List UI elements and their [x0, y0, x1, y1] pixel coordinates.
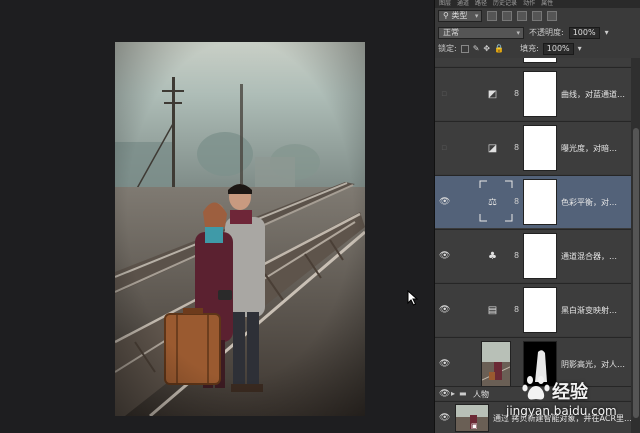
color-balance-icon: ⚖	[488, 197, 497, 208]
opacity-input[interactable]: 100%	[568, 26, 600, 39]
baidu-paw-logo	[522, 376, 550, 400]
layer-name[interactable]: 曲线，对蓝通道…	[561, 89, 625, 100]
layer-filter-row: ⚲ 类型	[435, 8, 640, 24]
tab-actions[interactable]: 动作	[523, 0, 535, 8]
lock-all-icon[interactable]: 🔒	[494, 44, 504, 53]
layer-mask-thumbnail[interactable]	[523, 287, 557, 333]
layer-name[interactable]: 通道混合器，…	[561, 251, 617, 262]
eye-icon[interactable]: 👁	[439, 413, 450, 423]
layer-name[interactable]: 黑白渐变映射…	[561, 305, 617, 316]
chevron-down-icon[interactable]: ▾	[578, 44, 582, 53]
mouse-cursor-icon	[407, 290, 419, 306]
eye-icon[interactable]: 👁	[439, 389, 450, 399]
lock-position-icon[interactable]: ✥	[483, 44, 490, 53]
watermark-url: jingyan.baidu.com	[506, 404, 617, 418]
folder-icon: ▬	[459, 389, 467, 398]
layer-name[interactable]: 色彩平衡，对…	[561, 197, 617, 208]
lock-row: 锁定: ✎ ✥ 🔒 填充: 100% ▾	[435, 41, 640, 56]
group-name[interactable]: 人物	[473, 389, 489, 400]
visibility-off-icon[interactable]: ▫	[439, 143, 449, 153]
visibility-off-icon[interactable]: ▫	[439, 89, 449, 99]
fill-input[interactable]: 100%	[542, 42, 574, 55]
tab-channels[interactable]: 通道	[457, 0, 469, 8]
channel-mixer-icon: ♣	[488, 251, 497, 262]
filter-adjustment-icon[interactable]	[502, 11, 513, 21]
curves-icon: ◩	[487, 89, 498, 100]
watermark: 经验 jingyan.baidu.com	[492, 352, 640, 433]
filter-type-icon[interactable]	[517, 11, 528, 21]
opacity-label: 不透明度:	[529, 28, 564, 37]
lock-transparency-icon[interactable]	[460, 44, 469, 53]
layer-row[interactable]: ▫ ◪ 8 曝光度，对暗…	[435, 121, 631, 174]
tab-paths[interactable]: 路径	[475, 0, 487, 8]
tab-layers[interactable]: 图层	[439, 0, 451, 8]
layer-mask-thumbnail[interactable]	[523, 233, 557, 279]
eye-icon[interactable]: 👁	[439, 305, 450, 315]
chevron-down-icon[interactable]: ▾	[605, 28, 609, 37]
layer-mask-thumbnail[interactable]	[523, 58, 557, 63]
chevron-right-icon[interactable]: ▸	[451, 389, 455, 398]
blend-mode-select[interactable]: 正常	[438, 26, 524, 39]
filter-shape-icon[interactable]	[532, 11, 543, 21]
watermark-brand: 经验	[552, 382, 588, 403]
link-icon[interactable]: 8	[514, 305, 519, 314]
fill-label: 填充:	[520, 44, 539, 53]
link-icon[interactable]: 8	[514, 197, 519, 206]
lock-pixels-icon[interactable]: ✎	[473, 44, 480, 53]
photoshop-window: 图层 通道 路径 历史记录 动作 属性 ⚲ 类型 正常 不透明度: 100% ▾…	[0, 0, 640, 433]
smart-object-icon: ▣	[471, 422, 478, 430]
layer-row[interactable]: ▫ ◩ 8 曲线，对蓝通道…	[435, 67, 631, 120]
link-icon[interactable]: 8	[514, 89, 519, 98]
link-icon[interactable]: 8	[514, 251, 519, 260]
blend-row: 正常 不透明度: 100% ▾	[435, 25, 640, 40]
filter-smart-object-icon[interactable]	[547, 11, 558, 21]
panel-tabs: 图层 通道 路径 历史记录 动作 属性	[435, 0, 640, 8]
layer-row[interactable]: 👁 ♣ 8 通道混合器，…	[435, 229, 631, 282]
canvas-area[interactable]	[0, 0, 434, 433]
layer-row[interactable]: 👁 ▤ 8 黑白渐变映射…	[435, 283, 631, 336]
eye-icon[interactable]: 👁	[439, 251, 450, 261]
tab-properties[interactable]: 属性	[541, 0, 553, 8]
layer-mask-thumbnail[interactable]	[523, 71, 557, 117]
eye-icon[interactable]: 👁	[439, 359, 450, 369]
layer-name[interactable]: 曝光度，对暗…	[561, 143, 617, 154]
layer-mask-thumbnail[interactable]	[523, 125, 557, 171]
layer-row-selected[interactable]: 👁 ⚖ 8 色彩平衡，对…	[435, 175, 631, 228]
layer-mask-thumbnail[interactable]	[523, 179, 557, 225]
link-icon[interactable]: 8	[514, 143, 519, 152]
filter-pixel-icon[interactable]	[487, 11, 498, 21]
eye-icon[interactable]: 👁	[439, 197, 450, 207]
filter-kind-select[interactable]: ⚲ 类型	[438, 10, 483, 22]
layer-row[interactable]	[435, 58, 631, 66]
exposure-icon: ◪	[487, 143, 498, 154]
lock-label: 锁定:	[438, 44, 457, 53]
gradient-map-icon: ▤	[487, 305, 498, 316]
tab-history[interactable]: 历史记录	[493, 0, 517, 8]
document-photo[interactable]	[115, 42, 365, 416]
